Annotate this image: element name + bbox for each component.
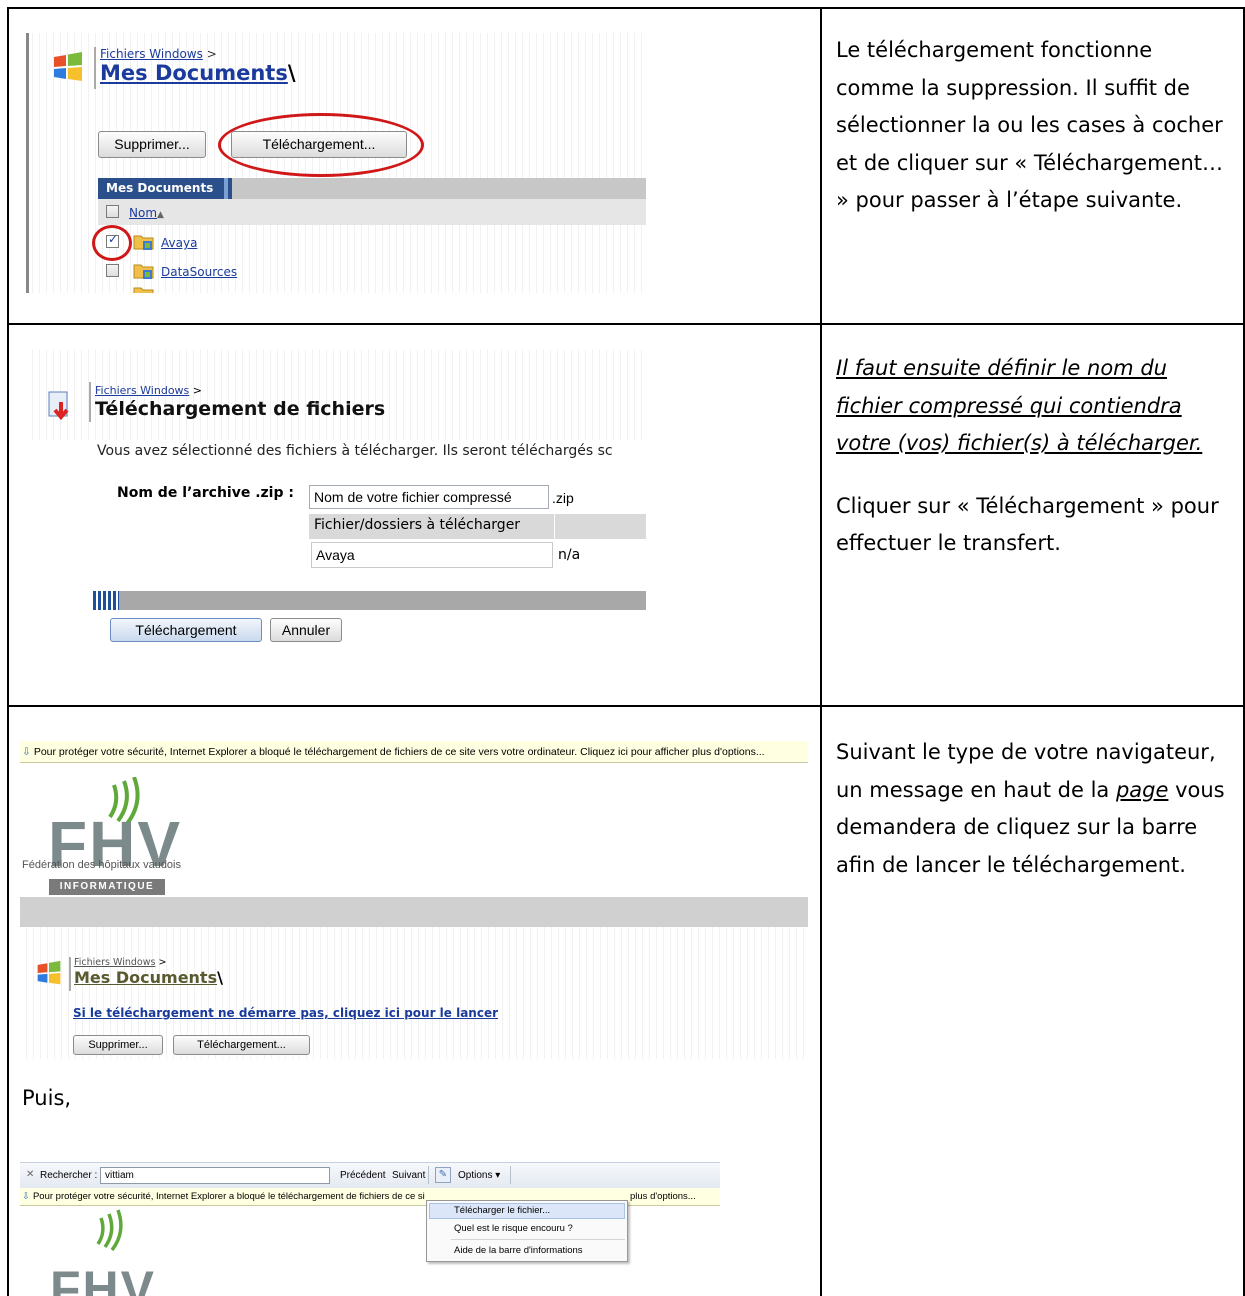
folder-link-avaya[interactable]: Avaya [161,236,197,250]
breadcrumb-link[interactable]: Fichiers Windows [100,47,203,61]
files-header: Fichier/dossiers à télécharger [314,517,521,533]
archive-extension: .zip [552,490,574,506]
page-title: Téléchargement de fichiers [95,398,386,420]
search-input[interactable]: vittiam [100,1167,330,1184]
intro-text: Vous avez sélectionné des fichiers à tél… [97,443,613,459]
org-dept: INFORMATIQUE [49,879,165,895]
grid-header-title: Mes Documents [98,178,232,199]
progress-bar-track [93,591,646,610]
info-bar-context-menu: Télécharger le fichier... Quel est le ri… [426,1200,628,1262]
delete-button[interactable]: Supprimer... [98,131,206,158]
download-button[interactable]: Téléchargement [110,618,262,642]
manual-download-link[interactable]: Si le téléchargement ne démarre pas, cli… [73,1006,498,1020]
row2-screenshot: Fichiers Windows > Téléchargement de fic… [26,350,646,660]
search-label: Rechercher : [40,1170,98,1181]
download-blocked-icon: ⇩ [22,1191,30,1202]
download-button[interactable]: Téléchargement... [173,1035,310,1055]
page-title: Mes Documents [74,968,218,987]
progress-bar-fill [93,591,119,610]
file-size-cell: n/a [558,547,581,563]
sort-asc-icon: ▲ [157,210,164,220]
download-arrow-icon [46,390,76,424]
sort-by-name-link[interactable]: Nom [129,206,157,220]
page-title: Mes Documents [100,61,288,85]
download-blocked-icon: ⇩ [22,746,31,758]
fhv-logo: FHV [48,1208,168,1296]
puis-text: Puis, [22,1086,72,1110]
menu-item-help[interactable]: Aide de la barre d'informations [429,1243,625,1259]
row3-screenshot-top: ⇩ Pour protéger votre sécurité, Internet … [20,741,808,1059]
row3-screenshot-bottom: ✕ Rechercher : vittiam Précédent Suivant… [20,1162,720,1296]
options-button[interactable]: Options ▾ [458,1170,500,1181]
windows-logo-icon [36,960,62,986]
breadcrumb-separator: > [158,957,167,968]
file-name-cell: Avaya [311,542,553,568]
folder-icon [133,233,155,250]
menu-item-risk[interactable]: Quel est le risque encouru ? [429,1221,625,1237]
delete-button[interactable]: Supprimer... [73,1035,163,1055]
page-title-suffix: \ [287,61,296,85]
breadcrumb-separator: > [206,47,217,61]
row-checkbox-datasources[interactable] [106,264,119,277]
menu-item-download-file[interactable]: Télécharger le fichier... [429,1203,625,1219]
breadcrumb-separator: > [192,384,202,397]
row3-note: Suivant le type de votre navigateur, un … [836,740,1225,877]
previous-button[interactable]: Précédent [340,1170,386,1181]
breadcrumb-link[interactable]: Fichiers Windows [74,957,155,968]
options-icon: ✎ [435,1167,451,1183]
row1-screenshot: Fichiers Windows > Mes Documents\ Suppri… [26,33,646,293]
archive-label: Nom de l’archive .zip : [117,485,294,501]
find-bar: ✕ Rechercher : vittiam Précédent Suivant… [20,1162,720,1188]
column-divider [820,7,822,1296]
highlight-ellipse-download [218,113,424,177]
row1-note: Le téléchargement fonctionne comme la su… [836,38,1224,212]
folder-icon [133,285,155,293]
row2-note: Il faut ensuite définir le nom du fichie… [836,356,1219,555]
folder-link-datasources[interactable]: DataSources [161,265,237,279]
folder-icon [133,262,155,279]
windows-logo-icon [52,51,84,83]
ie-info-bar[interactable]: ⇩ Pour protéger votre sécurité, Internet … [20,741,808,763]
highlight-ellipse-checkbox [92,225,132,261]
org-name: Fédération des hôpitaux vaudois [22,859,181,871]
row-divider-2 [7,705,1245,707]
cancel-button[interactable]: Annuler [270,618,342,642]
page-title-suffix: \ [217,968,223,987]
close-find-icon[interactable]: ✕ [26,1169,34,1180]
header-gray-bar [20,897,808,927]
select-all-checkbox[interactable] [106,205,119,218]
breadcrumb-link[interactable]: Fichiers Windows [95,384,189,397]
archive-name-input[interactable]: Nom de votre fichier compressé [309,485,549,509]
next-button[interactable]: Suivant [392,1170,425,1181]
row-divider-1 [7,323,1245,325]
